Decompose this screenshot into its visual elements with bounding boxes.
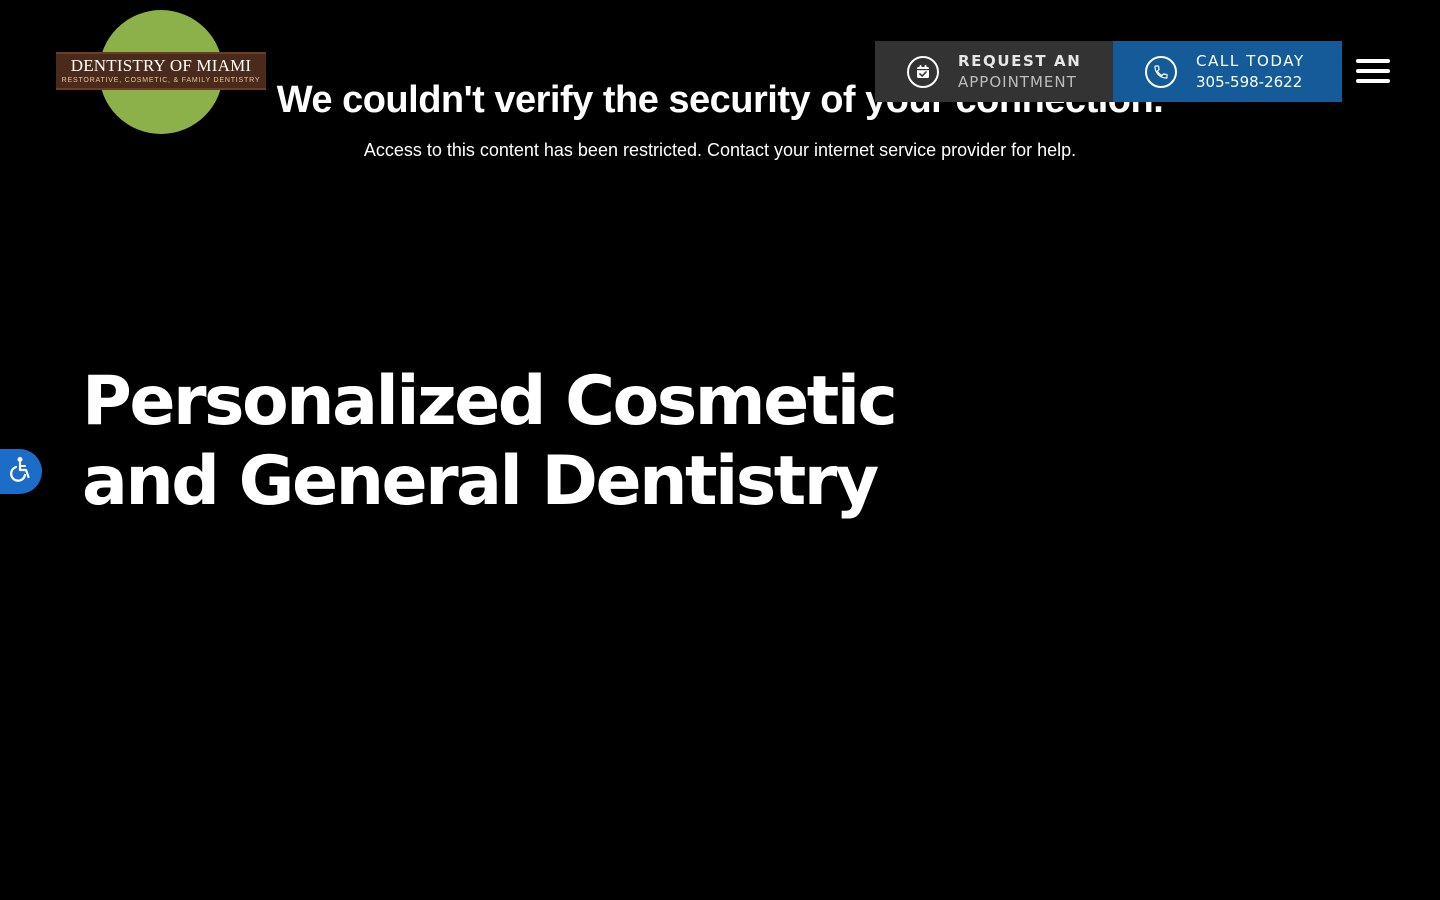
menu-bar-middle <box>1356 69 1390 73</box>
calendar-check-icon <box>907 55 939 88</box>
phone-icon <box>1145 55 1177 88</box>
hero-heading-line1: Personalized Cosmetic <box>82 362 898 441</box>
logo-name: DENTISTRY OF MIAMI <box>70 56 252 75</box>
call-today-button[interactable]: CALL TODAY 305-598-2622 <box>1113 41 1342 102</box>
accessibility-toggle-button[interactable] <box>0 449 42 494</box>
phone-number: 305-598-2622 <box>1196 72 1303 91</box>
page: DENTISTRY OF MIAMI RESTORATIVE, COSMETIC… <box>0 0 1440 900</box>
call-today-text: CALL TODAY 305-598-2622 <box>1196 51 1305 93</box>
security-notice-message: Access to this content has been restrict… <box>363 140 1077 160</box>
request-appointment-line2: APPOINTMENT <box>958 72 1077 91</box>
call-today-line1: CALL TODAY <box>1196 51 1305 70</box>
request-appointment-text: REQUEST AN APPOINTMENT <box>958 51 1081 93</box>
request-appointment-button[interactable]: REQUEST AN APPOINTMENT <box>875 41 1113 102</box>
hero-heading: Personalized Cosmetic and General Dentis… <box>82 362 982 522</box>
wheelchair-icon <box>9 456 33 487</box>
hero-heading-line2: and General Dentistry <box>82 442 879 521</box>
menu-bar-top <box>1356 59 1390 63</box>
request-appointment-line1: REQUEST AN <box>958 51 1082 70</box>
